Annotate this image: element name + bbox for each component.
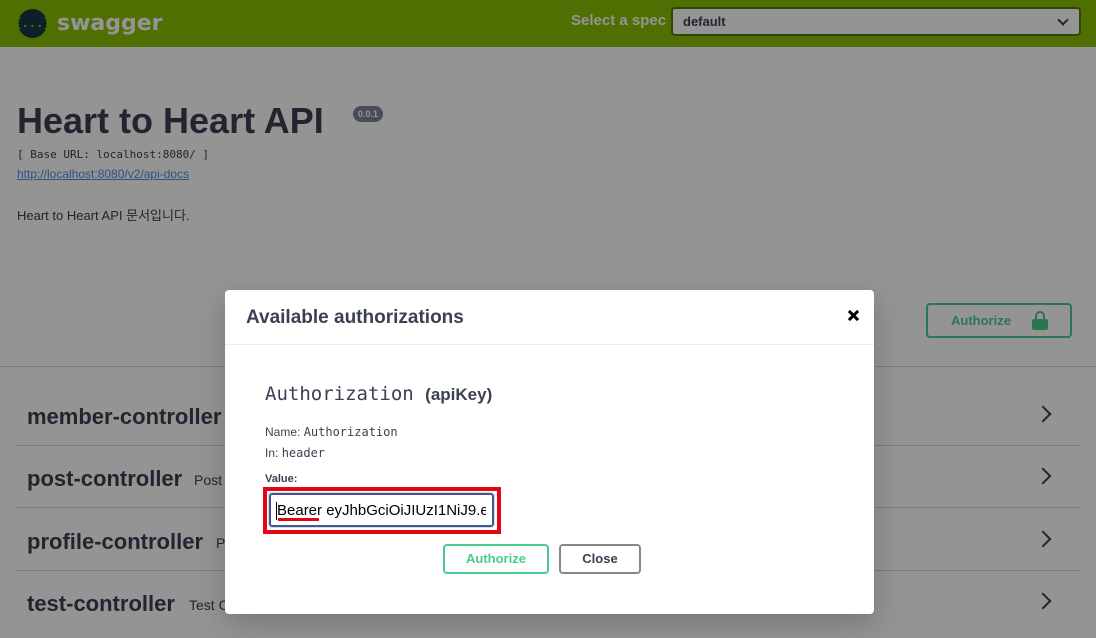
value-input[interactable] [269,493,494,527]
value-label: Value: [265,473,298,485]
value-input-wrapper[interactable] [268,492,495,528]
in-value: header [281,446,326,460]
auth-modal: Available authorizations Authorization (… [225,290,874,614]
modal-authorize-button[interactable]: Authorize [443,544,549,574]
name-value: Authorization [303,425,398,439]
auth-scheme-name: Authorization [265,383,414,405]
underline-annotation [278,518,319,521]
close-icon[interactable] [843,306,863,326]
modal-close-button[interactable]: Close [559,544,641,574]
auth-scheme-title: Authorization (apiKey) [265,383,492,405]
name-label: Name: [265,425,301,439]
modal-title: Available authorizations [246,307,464,328]
auth-in-row: In: header [265,446,325,460]
auth-name-row: Name: Authorization [265,425,398,439]
auth-scheme-type: (apiKey) [425,385,493,404]
in-label: In: [265,446,279,460]
modal-header: Available authorizations [225,290,874,345]
text-caret [276,502,277,520]
